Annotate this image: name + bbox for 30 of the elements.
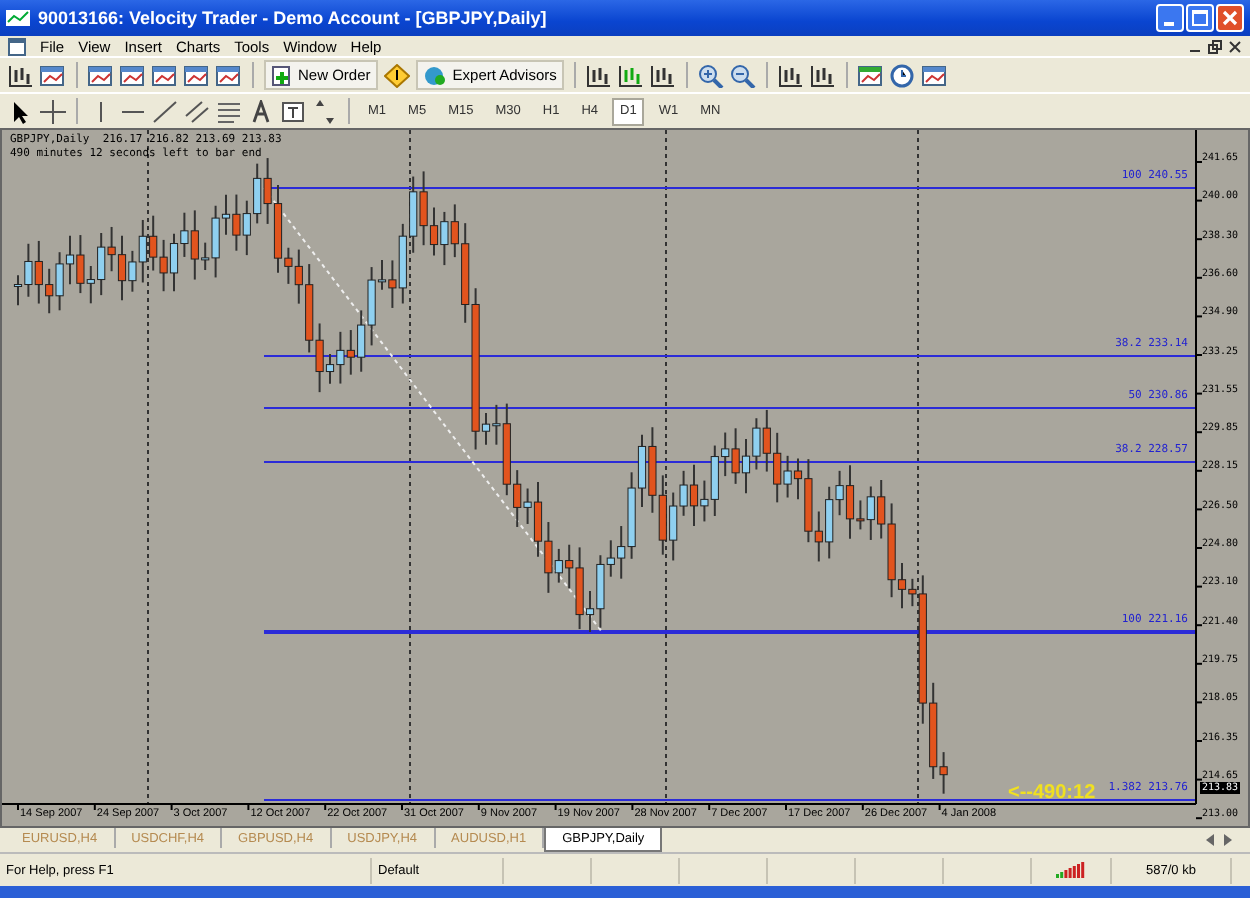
close-button[interactable] — [1216, 4, 1244, 32]
restore-icon[interactable] — [1208, 39, 1222, 53]
connection-bars-icon — [1056, 862, 1086, 878]
text-icon[interactable] — [248, 99, 274, 123]
scroll-left-icon[interactable] — [1206, 834, 1216, 846]
new-order-icon — [272, 65, 292, 85]
arrows-icon[interactable] — [312, 99, 338, 123]
zoom-out-icon[interactable] — [730, 63, 757, 87]
maximize-button[interactable] — [1186, 4, 1214, 32]
clock-icon[interactable] — [890, 63, 917, 87]
zoom-in-icon[interactable] — [698, 63, 725, 87]
trend-line-icon[interactable] — [152, 99, 178, 123]
cursor-icon[interactable] — [8, 99, 34, 123]
maximize-icon — [1192, 10, 1208, 26]
channel-icon[interactable] — [184, 99, 210, 123]
new-chart-icon[interactable] — [8, 63, 34, 87]
minimize-button[interactable] — [1156, 4, 1184, 32]
crosshair-icon[interactable] — [40, 99, 66, 123]
fibonacci-icon[interactable] — [216, 99, 242, 123]
window-title: 90013166: Velocity Trader - Demo Account - [GBPJPY,Daily] — [38, 8, 547, 28]
warning-icon[interactable] — [384, 63, 411, 87]
close-icon — [1222, 10, 1238, 26]
close-icon[interactable] — [1228, 39, 1242, 53]
globe-icon — [424, 65, 447, 85]
scroll-right-icon[interactable] — [1224, 834, 1234, 846]
label-icon[interactable] — [280, 99, 306, 123]
bar-chart-icon[interactable] — [586, 63, 613, 87]
app-icon — [6, 8, 30, 28]
candle-chart-icon[interactable] — [618, 63, 645, 87]
countdown-label: <--490:12 — [1008, 782, 1096, 804]
